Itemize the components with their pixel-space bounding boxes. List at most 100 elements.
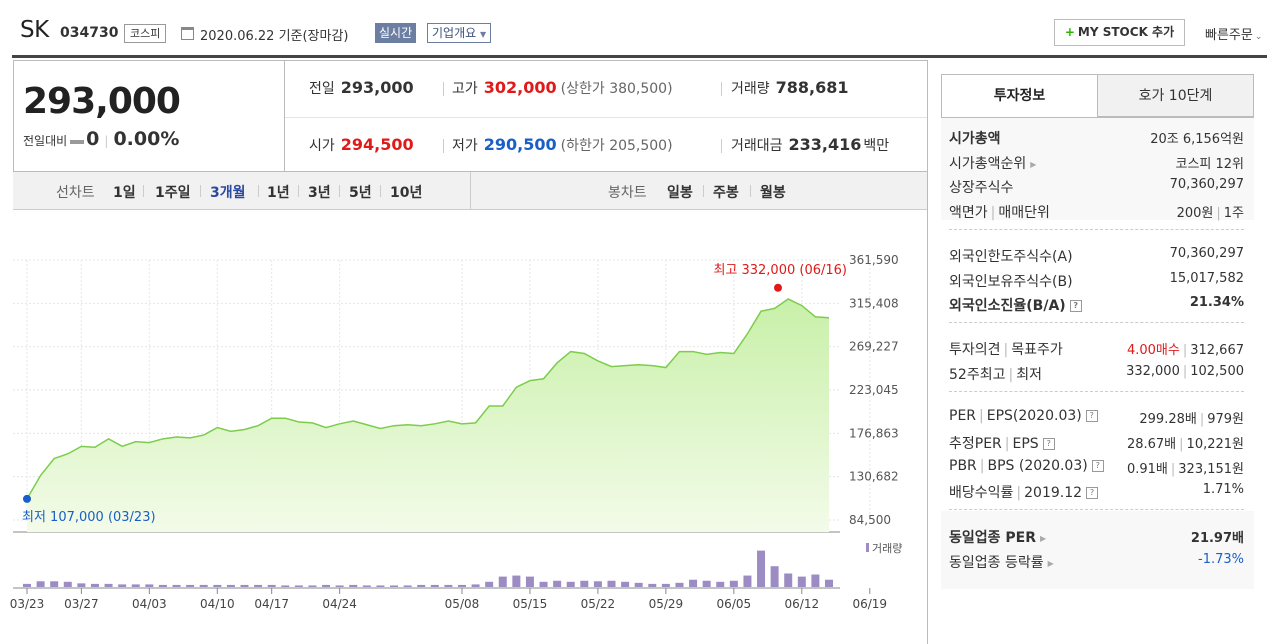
line-chart-label: 선차트 (56, 185, 95, 201)
info-value: 70,360,297 (1170, 246, 1244, 261)
change-rate: 0.00% (113, 128, 180, 150)
period-3y[interactable]: 3년 (308, 182, 331, 202)
volume-bar (634, 582, 643, 587)
info-value-primary: -1.73% (1198, 552, 1244, 567)
volume-bar (131, 584, 140, 587)
info-value: 20조 6,156억원 (1150, 128, 1244, 147)
help-icon[interactable]: ? (1086, 487, 1099, 499)
volume-bar (553, 580, 562, 587)
volume-bar (322, 584, 331, 587)
info-key-secondary: 최저 (1016, 367, 1042, 383)
volume-bar (213, 584, 222, 587)
y-tick-label: 315,408 (849, 296, 899, 310)
volume-bar (281, 585, 290, 587)
info-row-label: PBR | BPS (2020.03)? (949, 458, 1104, 474)
volume-bar (349, 584, 358, 587)
tab-orderbook-10[interactable]: 호가 10단계 (1097, 74, 1254, 117)
value-separator: | (1216, 206, 1221, 221)
help-icon[interactable]: ? (1091, 460, 1104, 472)
info-row-label[interactable]: 시가총액순위 ▶ (949, 153, 1036, 173)
add-mystock-button[interactable]: + MY STOCK 추가 (1054, 19, 1185, 46)
realtime-button[interactable]: 실시간 (375, 23, 417, 43)
volume-bar (226, 584, 235, 587)
volume-bar (512, 575, 521, 587)
info-group-divider (949, 322, 1244, 323)
candle-chart-label: 봉차트 (608, 185, 647, 201)
period-5y[interactable]: 5년 (349, 182, 372, 202)
info-key-secondary: EPS (1012, 436, 1039, 452)
info-value: 4.00매수 | 312,667 (1127, 339, 1244, 358)
info-row-label: 외국인한도주식수(A) (949, 246, 1073, 266)
info-key: 외국인한도주식수(A) (949, 249, 1073, 265)
prev-close-label: 전일 (309, 81, 335, 97)
tab-invest-info[interactable]: 투자정보 (941, 74, 1098, 117)
help-icon[interactable]: ? (1069, 300, 1082, 312)
volume-bar (593, 581, 602, 587)
candle-weekly[interactable]: 주봉 (713, 182, 739, 202)
info-row-label: 추정PER | EPS? (949, 433, 1055, 453)
info-value: 299.28배 | 979원 (1139, 408, 1244, 427)
info-value-secondary: 102,500 (1190, 364, 1244, 379)
period-1d[interactable]: 1일 (113, 182, 136, 202)
info-value-primary: 28.67배 (1126, 437, 1177, 452)
candle-monthly[interactable]: 월봉 (760, 182, 786, 202)
period-1y[interactable]: 1년 (267, 182, 290, 202)
x-tick-label: 05/22 (581, 597, 616, 611)
volume-bar (158, 584, 167, 587)
x-tick-label: 06/19 (852, 597, 887, 611)
info-key-secondary: BPS (2020.03) (987, 458, 1088, 474)
high-value: 302,000 (483, 78, 557, 97)
x-tick-label: 05/29 (649, 597, 684, 611)
period-10y[interactable]: 10년 (390, 182, 422, 202)
candle-daily[interactable]: 일봉 (667, 182, 693, 202)
corp-overview-dropdown[interactable]: 기업개요 ▼ (427, 23, 492, 43)
info-value-secondary: 312,667 (1190, 343, 1244, 358)
period-3m[interactable]: 3개월 (210, 182, 246, 202)
volume-bar (811, 574, 820, 587)
info-value: 21.34% (1190, 295, 1244, 310)
info-row-label: 52주최고 | 최저 (949, 364, 1042, 384)
info-value-primary: 코스피 12위 (1175, 157, 1244, 172)
volume-bar (444, 584, 453, 587)
volume-bar (50, 581, 59, 587)
prev-close-value: 293,000 (340, 78, 414, 97)
amount-value: 233,416 (788, 135, 862, 154)
info-key: 추정PER (949, 436, 1002, 452)
date-label: 2020.06.22 기준(장마감) (200, 29, 349, 44)
volume-bar (607, 580, 616, 587)
x-tick-label: 03/23 (10, 597, 45, 611)
info-row-label[interactable]: 동일업종 등락률 ▶ (949, 552, 1054, 572)
value-separator: | (1179, 437, 1184, 452)
volume-bar (308, 585, 317, 587)
help-icon[interactable]: ? (1042, 438, 1055, 450)
period-1w[interactable]: 1주일 (155, 182, 191, 202)
volume-bar (118, 584, 127, 587)
volume-bar (335, 585, 344, 587)
stock-code: 034730 (60, 25, 119, 41)
info-row-label: 외국인소진율(B/A)? (949, 295, 1082, 315)
volume-bar (294, 585, 303, 587)
help-icon[interactable]: ? (1085, 410, 1098, 422)
key-separator: | (979, 408, 984, 424)
info-value: 70,360,297 (1170, 177, 1244, 192)
info-row-label: 외국인보유주식수(B) (949, 271, 1073, 291)
info-key: 외국인소진율(B/A) (949, 298, 1066, 314)
info-key: 동일업종 PER (949, 530, 1036, 546)
volume-bar (825, 579, 833, 587)
info-value-primary: 20조 6,156억원 (1150, 132, 1244, 147)
quick-order-button[interactable]: 빠른주문 ⌄ (1205, 24, 1262, 43)
info-value-secondary: 1주 (1223, 206, 1244, 221)
key-separator: | (1008, 367, 1014, 383)
invest-info-list: 시가총액 20조 6,156억원 시가총액순위 ▶ 코스피 12위 상장주식수 70,360… (941, 117, 1254, 589)
key-separator: | (1016, 485, 1022, 501)
info-key: 동일업종 등락률 (949, 555, 1044, 571)
info-key: 외국인보유주식수(B) (949, 274, 1073, 290)
volume-bar (498, 576, 507, 587)
x-tick-label: 05/15 (513, 597, 548, 611)
x-tick-label: 05/08 (445, 597, 480, 611)
volume-bar (621, 581, 630, 587)
info-row-label: 상장주식수 (949, 177, 1013, 197)
low-marker (23, 494, 31, 503)
info-value-primary: 4.00매수 (1126, 343, 1180, 358)
info-row-label[interactable]: 동일업종 PER ▶ (949, 527, 1046, 547)
